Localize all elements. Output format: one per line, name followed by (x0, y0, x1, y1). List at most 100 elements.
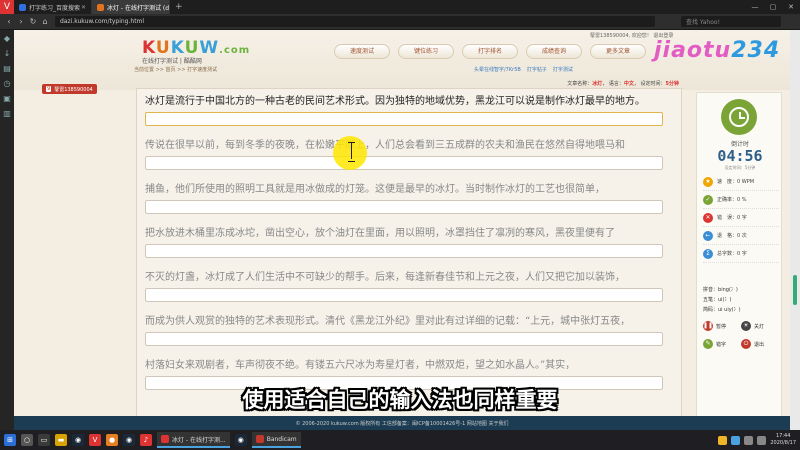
app-icon[interactable]: ● (106, 434, 118, 446)
article-name: 冰灯 (592, 81, 603, 87)
taskbar-clock[interactable]: 17:44 2020/8/17 (770, 433, 796, 447)
new-tab-icon[interactable]: + (170, 2, 188, 12)
steam-icon[interactable]: ◉ (72, 434, 84, 446)
stat-value: 0 字 (737, 251, 747, 257)
panel-buttons: ❚❚ 暂停 ☀ 关灯 ✎ 错字 ⏻ 退出 (703, 321, 779, 349)
clock-date: 2020/8/17 (770, 440, 796, 446)
subnav-link[interactable]: 打字测试 (553, 66, 573, 73)
bandicam-icon (255, 435, 264, 443)
close-icon[interactable]: ✕ (81, 4, 86, 11)
power-icon: ⏻ (741, 339, 751, 349)
page-content: KUKUW.com 在线打字测试 | 酷酷网 鼕雷13859000​4, 欢迎您… (14, 30, 790, 430)
close-window-icon[interactable]: ✕ (782, 3, 800, 11)
backspace-icon: ← (703, 230, 713, 241)
tab-title: 冰灯 - 在线打字测试 (dazi (107, 4, 170, 12)
home-icon[interactable]: ⌂ (39, 17, 51, 26)
download-icon[interactable]: ↓ (4, 49, 11, 58)
countdown-setting: 设定时间：5分钟 (724, 165, 756, 170)
baidu-favicon-icon (19, 3, 26, 11)
back-icon[interactable]: ‹ (3, 17, 15, 26)
stat-value: 0 次 (737, 233, 747, 239)
wrong-words-icon: ✎ (703, 339, 713, 349)
lights-off-button[interactable]: ☀ 关灯 (741, 321, 779, 331)
address-bar[interactable]: dazi.kukuw.com/typing.html (55, 16, 655, 27)
stat-value: 0 % (737, 196, 747, 203)
maximize-icon[interactable]: ▢ (764, 3, 782, 11)
button-label: 暂停 (716, 323, 727, 330)
nav-score-query[interactable]: 成绩查询 (526, 44, 582, 59)
panel-icon[interactable]: ▥ (3, 109, 11, 118)
wrong-words-button[interactable]: ✎ 错字 (703, 339, 741, 349)
logo-letter: K (170, 38, 185, 58)
vivaldi-logo-icon[interactable]: V (0, 0, 14, 14)
tray-app-icon[interactable] (731, 435, 741, 445)
typing-input[interactable] (145, 156, 663, 170)
pinyin-value: bing(冫) (718, 287, 738, 293)
netease-music-icon[interactable]: ♪ (140, 434, 152, 446)
forward-icon[interactable]: › (15, 17, 27, 26)
user-level-icon: 9 (46, 86, 52, 92)
typing-input[interactable] (145, 112, 663, 126)
stat-errors: ✕ 错 误： 0 字 (703, 209, 779, 227)
taskbar-task-bandicam[interactable]: Bandicam (251, 432, 301, 448)
logo-letter: W (199, 38, 220, 58)
tab-title: 打字练习_百度搜索 (29, 4, 81, 12)
tab-kukuw[interactable]: 冰灯 - 在线打字测试 (dazi ✕ (92, 0, 170, 14)
tray-app-icon[interactable] (718, 435, 728, 445)
browser-task-icon (161, 435, 169, 443)
source-text: 不灭的灯盏，冰灯成了人们生活中不可缺少的帮手。后来，每逢新春佳节和上元之夜，人们… (145, 272, 625, 283)
taskbar-task-browser[interactable]: 冰灯 - 在线打字测... (157, 432, 230, 448)
scrollbar-thumb[interactable] (793, 275, 797, 305)
tab-baidu[interactable]: 打字练习_百度搜索 ✕ (14, 0, 92, 14)
volume-icon[interactable] (757, 435, 767, 445)
subnav-link[interactable]: 头晕在线智字/7Kr5B (474, 66, 521, 73)
steam-icon-2[interactable]: ◉ (123, 434, 135, 446)
typing-line: 而成为供人观赏的独特的艺术表现形式。清代《黑龙江外纪》里对此有过详细的记载：“上… (145, 315, 675, 346)
notes-icon[interactable]: ▤ (3, 64, 11, 73)
article-info: 文章名称：冰灯， 语言：中文， 设定时间：5分钟 (567, 81, 679, 87)
user-name: 鼕雷138590004 (54, 86, 93, 93)
browser-side-panel: ◆ ↓ ▤ ◷ ▣ ▥ (0, 30, 14, 430)
network-icon[interactable] (744, 435, 754, 445)
nav-ranking[interactable]: 打字排名 (462, 44, 518, 59)
history-icon[interactable]: ◷ (4, 79, 11, 88)
button-label: 退出 (754, 341, 765, 348)
logo-letter: U (184, 38, 200, 58)
typing-input[interactable] (145, 244, 663, 258)
kukuw-favicon-icon (97, 3, 104, 11)
countdown-time: 04:56 (717, 147, 763, 165)
bookmark-icon[interactable]: ◆ (4, 34, 10, 43)
exit-button[interactable]: ⏻ 退出 (741, 339, 779, 349)
steam-icon-3[interactable]: ◉ (234, 434, 247, 446)
minimize-icon[interactable]: — (746, 3, 764, 11)
nav-speed-test[interactable]: 速度测试 (334, 44, 390, 59)
search-icon[interactable]: ○ (21, 434, 33, 446)
windows-start-icon[interactable]: ⊞ (4, 434, 16, 446)
logo-letter: K (142, 38, 156, 58)
pause-button[interactable]: ❚❚ 暂停 (703, 321, 741, 331)
stat-label: 错 误： (717, 215, 738, 221)
source-text: 冰灯是流行于中国北方的一种古老的民间艺术形式。因为独特的地域优势，黑龙江可以说是… (145, 96, 645, 107)
browser-icon[interactable]: V (89, 434, 101, 446)
reload-icon[interactable]: ↻ (27, 17, 39, 26)
stat-label: 总字数： (717, 251, 738, 257)
file-explorer-icon[interactable]: ▬ (55, 434, 67, 446)
stat-backspace: ← 退 格： 0 次 (703, 227, 779, 245)
lang-label: 语言： (608, 81, 624, 87)
site-footer: © 2006-2020 kukuw.com 版权所有 工信部备案：闽ICP备10… (14, 416, 790, 430)
search-input[interactable]: 查找 Yahoo! (681, 16, 781, 27)
task-view-icon[interactable]: ▭ (38, 434, 50, 446)
typing-input[interactable] (145, 200, 663, 214)
clock-icon (721, 99, 757, 135)
site-logo[interactable]: KUKUW.com 在线打字测试 | 酷酷网 (142, 38, 250, 65)
typing-input[interactable] (145, 332, 663, 346)
stat-value: 0 字 (737, 215, 747, 221)
channel-watermark: jiaotu234 (654, 38, 780, 63)
subnav-link[interactable]: 打字帖子 (527, 66, 547, 73)
typing-input[interactable] (145, 288, 663, 302)
text-cursor-icon (348, 142, 356, 162)
page-scrollbar[interactable] (790, 30, 800, 430)
nav-key-practice[interactable]: 键位练习 (398, 44, 454, 59)
nav-more-articles[interactable]: 更多文章 (590, 44, 646, 59)
window-icon[interactable]: ▣ (3, 94, 11, 103)
